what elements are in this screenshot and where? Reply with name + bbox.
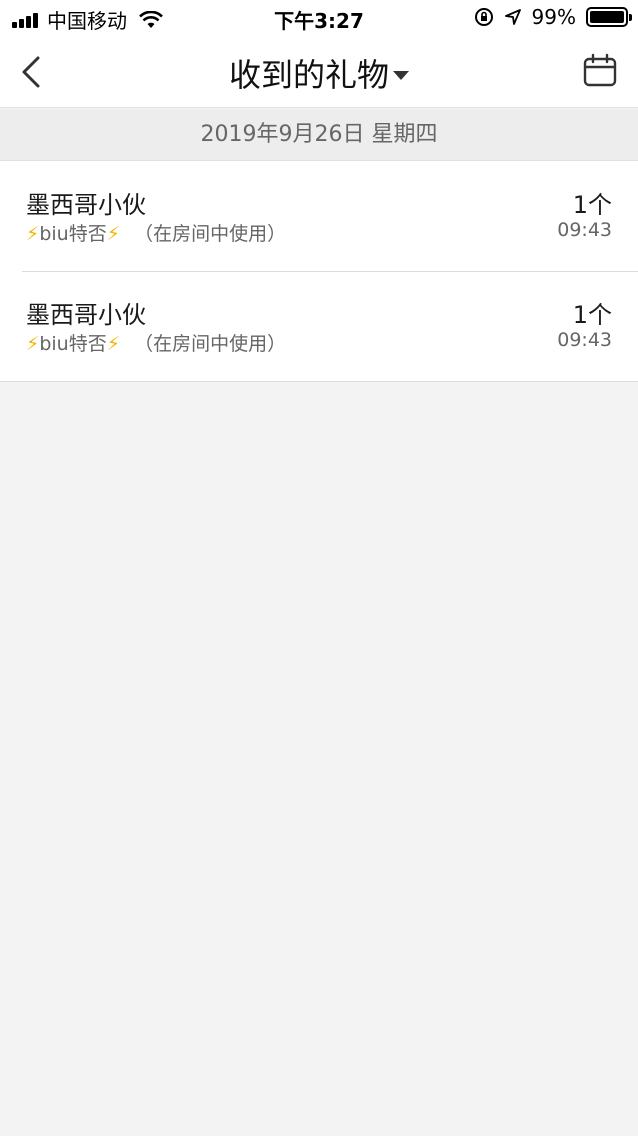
gift-sender: ⚡biu特否⚡ （在房间中使用） — [26, 219, 286, 246]
gift-name: 墨西哥小伙 — [26, 191, 146, 219]
calendar-button[interactable] — [582, 53, 618, 89]
list-item[interactable]: 墨西哥小伙 ⚡biu特否⚡ （在房间中使用） 1个 09:43 — [0, 161, 638, 271]
lightning-icon: ⚡ — [26, 333, 40, 355]
gift-time: 09:43 — [557, 219, 612, 241]
calendar-icon — [583, 53, 617, 87]
status-right: 99% — [464, 5, 632, 29]
lightning-icon: ⚡ — [26, 223, 40, 245]
usage-note: （在房间中使用） — [134, 333, 287, 355]
page-title-area: 收到的礼物 — [0, 50, 638, 96]
sender-name: biu特否 — [39, 223, 107, 245]
lightning-icon: ⚡ — [106, 223, 121, 245]
gift-sender: ⚡biu特否⚡ （在房间中使用） — [26, 329, 286, 356]
status-bar: 中国移动 下午3:27 99% — [0, 0, 638, 36]
caret-down-icon — [393, 70, 409, 80]
gift-time: 09:43 — [557, 329, 612, 351]
usage-note: （在房间中使用） — [134, 223, 287, 245]
gift-count: 1个 — [572, 301, 612, 329]
sender-name: biu特否 — [39, 333, 107, 355]
location-arrow-icon — [504, 9, 521, 25]
rotation-lock-icon — [474, 8, 493, 26]
navigation-bar: 收到的礼物 — [0, 36, 638, 108]
date-section-header: 2019年9月26日 星期四 — [0, 109, 638, 161]
battery-icon — [586, 7, 632, 27]
gift-name: 墨西哥小伙 — [26, 301, 146, 329]
lightning-icon: ⚡ — [106, 333, 121, 355]
title-dropdown[interactable]: 收到的礼物 — [229, 50, 409, 96]
gift-count: 1个 — [572, 191, 612, 219]
battery-percent: 99% — [531, 5, 576, 29]
gift-list: 墨西哥小伙 ⚡biu特否⚡ （在房间中使用） 1个 09:43 墨西哥小伙 ⚡bi… — [0, 161, 638, 382]
list-item[interactable]: 墨西哥小伙 ⚡biu特否⚡ （在房间中使用） 1个 09:43 — [0, 271, 638, 381]
page-title: 收到的礼物 — [228, 56, 389, 94]
